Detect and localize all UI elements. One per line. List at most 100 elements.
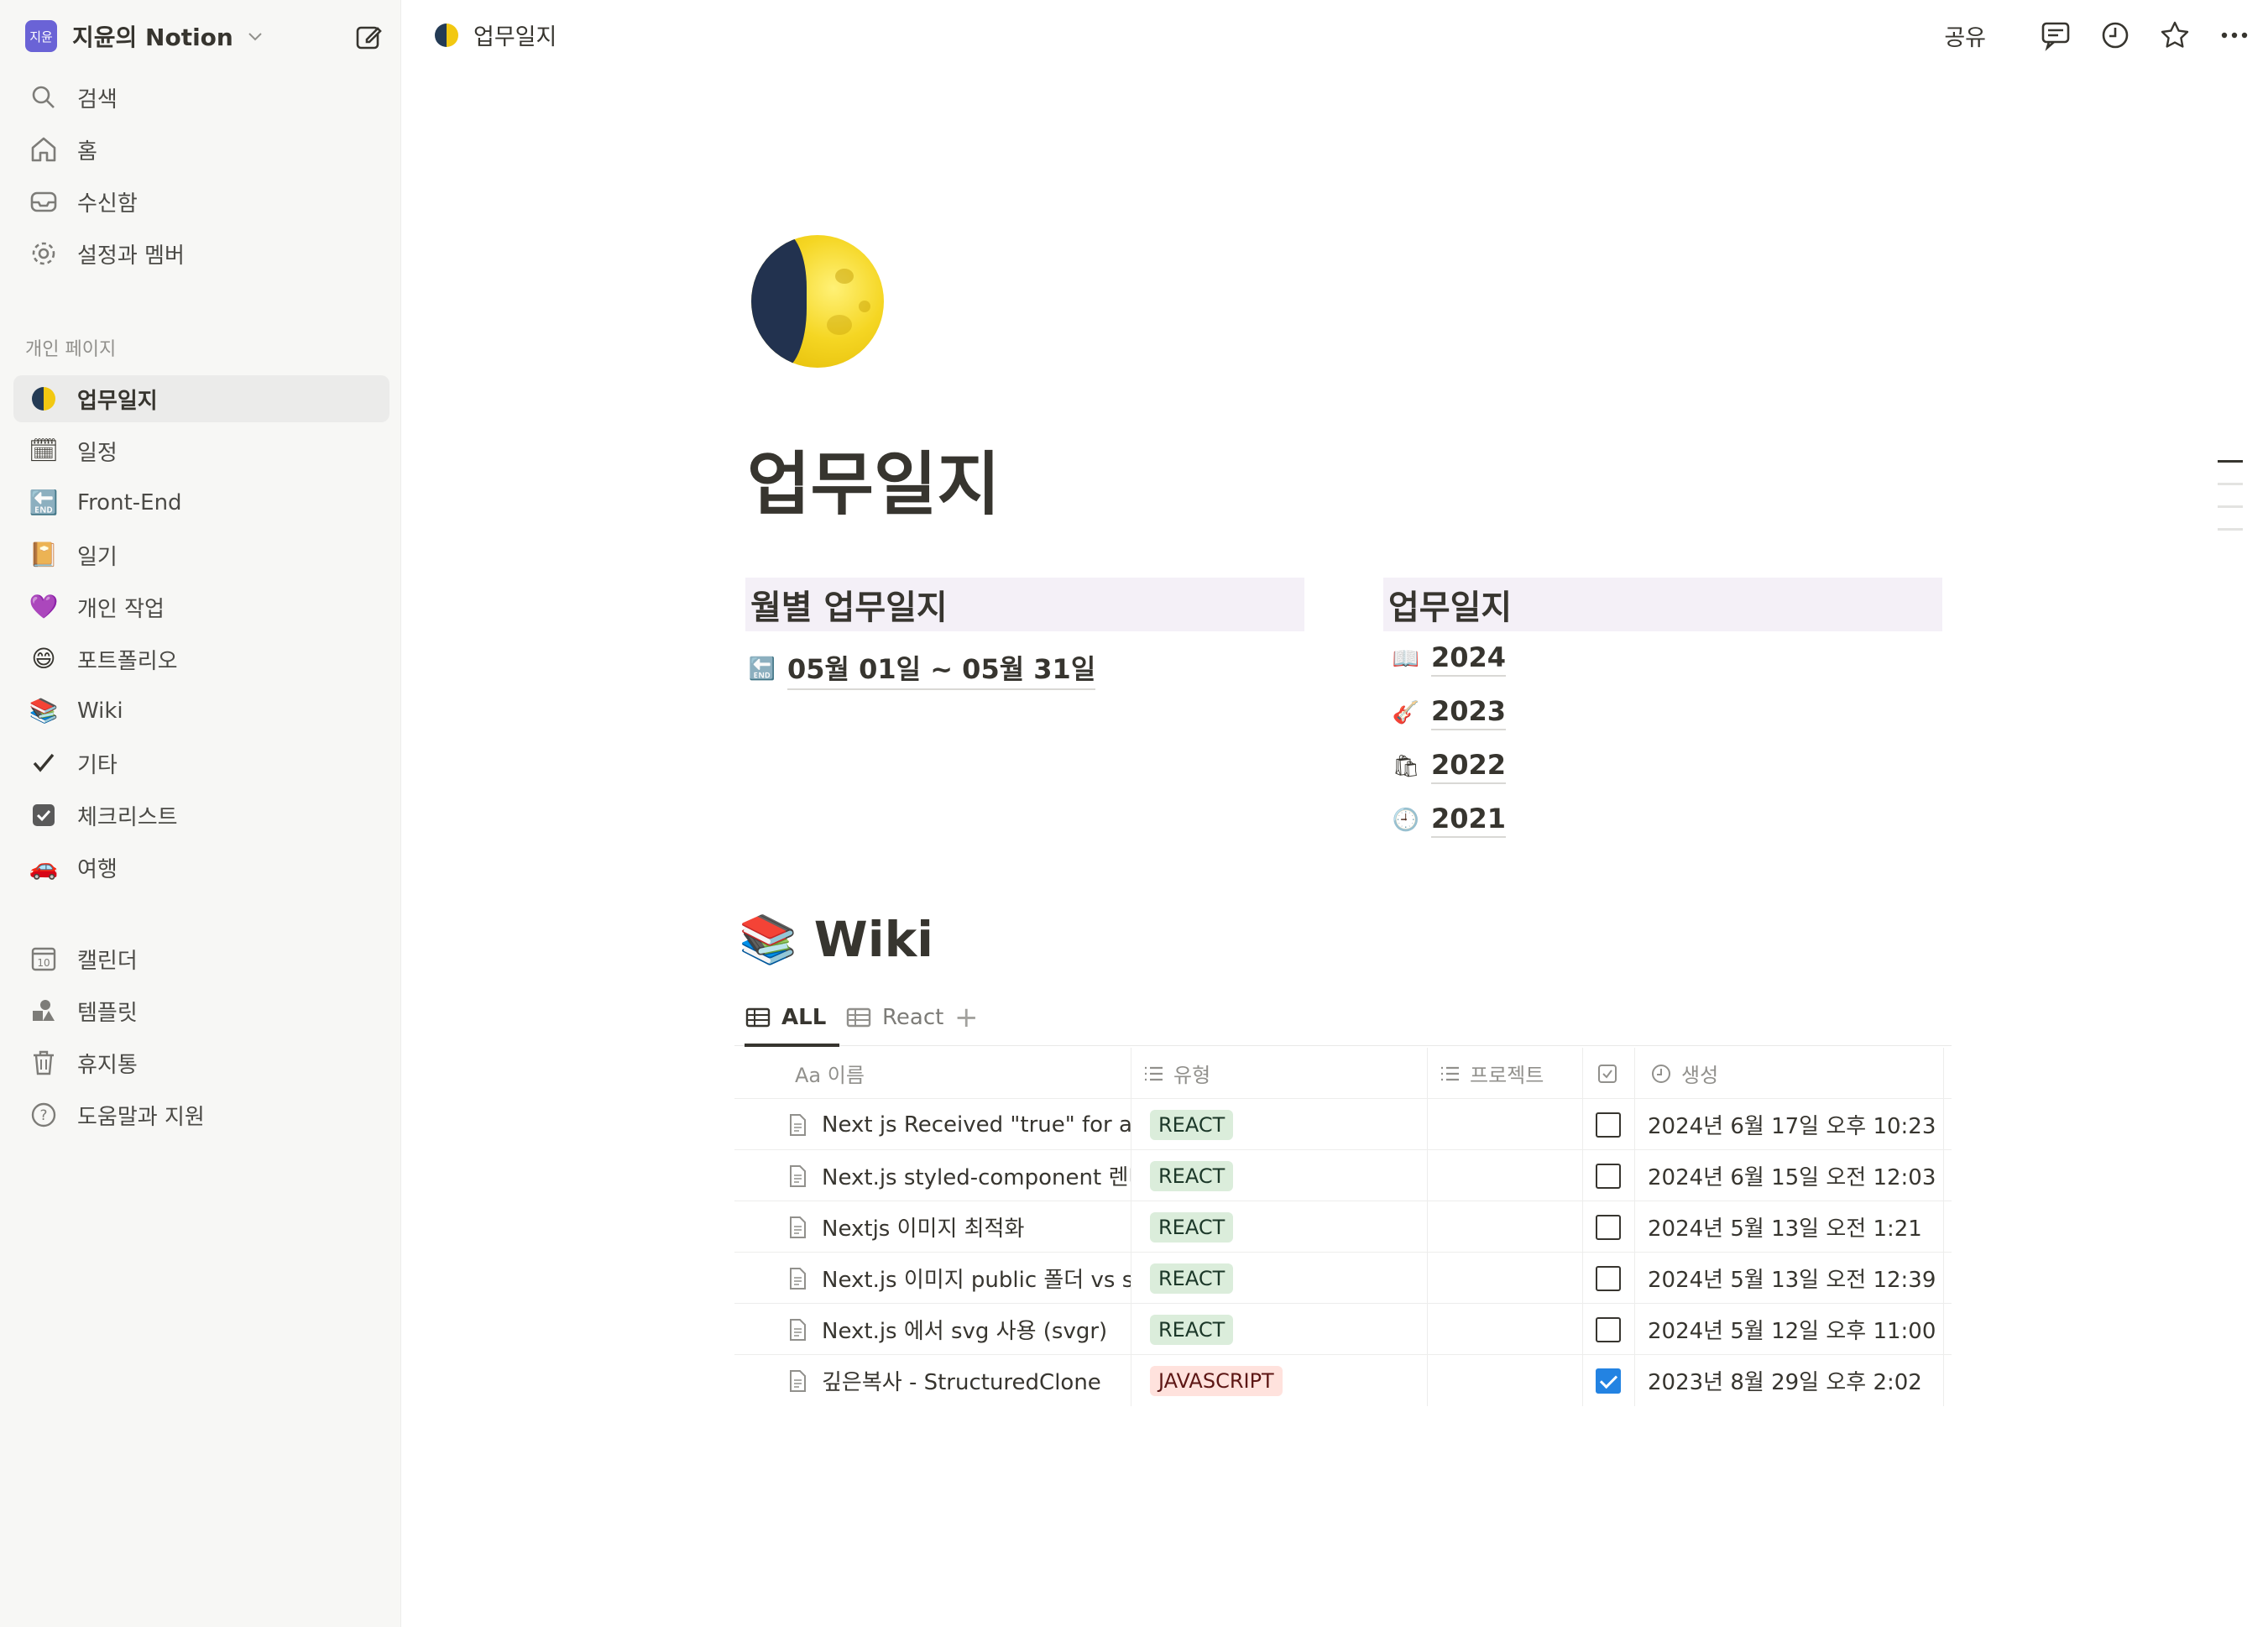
workspace-switcher[interactable]: 지윤 지윤의 Notion [25,17,386,55]
work-log-heading: 업무일지 [1383,578,1942,631]
workspace-name: 지윤의 Notion [72,24,233,51]
table-row[interactable]: Next.js styled-component 렌더링 오류 REACT 20… [734,1150,1952,1201]
breadcrumb[interactable]: 업무일지 [435,18,557,51]
page-icon [790,1164,806,1187]
row-checkbox-cell[interactable] [1596,1355,1629,1406]
calendar-emoji-icon: 🗓 [29,437,59,464]
column-header-name[interactable]: Aa 이름 [795,1048,1131,1099]
row-checkbox[interactable] [1596,1265,1621,1291]
sidebar-item-personal-work[interactable]: 💜 개인 작업 [13,583,389,630]
column-header-created[interactable]: 생성 [1649,1048,1926,1099]
clock-history-icon[interactable] [2097,17,2134,54]
row-name-cell[interactable]: Next.js 에서 svg 사용 (svgr) [785,1304,1131,1355]
row-name-cell[interactable]: Nextjs 이미지 최적화 [785,1201,1131,1253]
row-checkbox-cell[interactable] [1596,1099,1629,1150]
row-name: 깊은복사 - StructuredClone [822,1370,1101,1395]
row-type-cell[interactable]: REACT [1150,1201,1419,1253]
nav-help[interactable]: ? 도움말과 지원 [13,1091,389,1138]
table-row[interactable]: Next.js 이미지 public 폴더 vs src REACT 2024년… [734,1253,1952,1304]
row-name-cell[interactable]: 깊은복사 - StructuredClone [785,1355,1131,1406]
table-row[interactable]: Next.js 에서 svg 사용 (svgr) REACT 2024년 5월 … [734,1304,1952,1355]
sidebar-item-work-log[interactable]: 업무일지 [13,375,389,422]
column-header-type[interactable]: 유형 [1142,1048,1427,1099]
tab-react[interactable]: React [845,989,943,1046]
table-row[interactable]: 깊은복사 - StructuredClone JAVASCRIPT 2023년 … [734,1355,1952,1406]
table-row[interactable]: Nextjs 이미지 최적화 REACT 2024년 5월 13일 오전 1:2… [734,1201,1952,1253]
notebook-icon: 📔 [29,541,59,568]
page-link-2021[interactable]: 🕘 2021 [1389,803,1507,838]
sidebar-item-diary[interactable]: 📔 일기 [13,531,389,578]
outline-marker[interactable] [2218,460,2243,463]
nav-label: 검색 [77,86,118,112]
sidebar-item-portfolio[interactable]: 😄 포트폴리오 [13,636,389,683]
page-title[interactable]: 업무일지 [747,428,1001,528]
row-checkbox-cell[interactable] [1596,1304,1629,1355]
nav-search[interactable]: 검색 [13,74,389,121]
page-icon [790,1216,806,1238]
page-link-text: 2024 [1431,641,1507,677]
outline-marker[interactable] [2218,483,2243,485]
shopping-bags-icon: 🛍 [1392,754,1420,779]
row-checkbox[interactable] [1596,1368,1621,1394]
row-type-cell[interactable]: REACT [1150,1150,1419,1201]
nav-settings[interactable]: 설정과 멤버 [13,230,389,277]
check-mark-icon [20,748,67,778]
nav-templates[interactable]: 템플릿 [13,987,389,1034]
car-icon: 🚗 [29,853,59,881]
tab-all[interactable]: ALL [745,989,840,1047]
sidebar-item-wiki[interactable]: 📚 Wiki [13,688,389,735]
row-checkbox[interactable] [1596,1316,1621,1342]
row-checkbox[interactable] [1596,1214,1621,1240]
wiki-database-title[interactable]: 📚 Wiki [739,911,933,968]
row-type-cell[interactable]: JAVASCRIPT [1150,1355,1419,1406]
row-name-cell[interactable]: Next.js 이미지 public 폴더 vs src [785,1253,1131,1304]
column-header-checkbox[interactable] [1596,1048,1638,1099]
row-checkbox[interactable] [1596,1163,1621,1189]
sidebar-item-etc[interactable]: 기타 [13,740,389,787]
column-header-label: 유형 [1173,1064,1211,1087]
nav-home[interactable]: 홈 [13,126,389,173]
outline-marker[interactable] [2218,528,2243,531]
sidebar-item-front-end[interactable]: 🔚 Front-End [13,479,389,526]
sidebar-item-label: Wiki [77,698,123,724]
page-link-2022[interactable]: 🛍 2022 [1389,749,1507,784]
row-checkbox[interactable] [1596,1112,1621,1138]
new-page-icon[interactable] [353,20,386,54]
nav-inbox[interactable]: 수신함 [13,178,389,225]
workspace-badge: 지윤 [25,20,57,52]
row-name-cell[interactable]: Next.js styled-component 렌더링 오류 [785,1150,1131,1201]
page-link-monthly[interactable]: 🔚 05월 01일 ~ 05월 31일 [745,648,1096,690]
row-created-cell: 2024년 6월 17일 오후 10:23 [1648,1114,1936,1139]
page-icon [790,1113,806,1136]
share-button[interactable]: 공유 [1944,19,1986,52]
page-icon-moon[interactable] [751,235,884,368]
column-header-project[interactable]: 프로젝트 [1438,1048,1581,1099]
row-type-cell[interactable]: REACT [1150,1304,1419,1355]
add-view-button[interactable]: + [954,1001,979,1034]
row-checkbox-cell[interactable] [1596,1253,1629,1304]
table-row[interactable]: Next js Received "true" for a non-boolea… [734,1099,1952,1150]
page-link-2024[interactable]: 📖 2024 [1389,641,1507,677]
column-header-label: 프로젝트 [1470,1064,1544,1087]
row-name: Next js Received "true" for a non-boolea… [822,1112,1131,1138]
sidebar-item-travel[interactable]: 🚗 여행 [13,844,389,891]
nav-trash[interactable]: 휴지통 [13,1039,389,1086]
calendar-icon: 10 [20,944,67,974]
nav-calendar[interactable]: 10 캘린더 [13,935,389,982]
comment-icon[interactable] [2037,17,2074,54]
star-icon[interactable] [2156,17,2193,54]
row-type-cell[interactable]: REACT [1150,1253,1419,1304]
sidebar-item-schedule[interactable]: 🗓 일정 [13,427,389,474]
page-outline[interactable] [2218,460,2243,551]
row-type-cell[interactable]: REACT [1150,1099,1419,1150]
sidebar-item-checklist[interactable]: 체크리스트 [13,792,389,839]
page-link-2023[interactable]: 🎸 2023 [1389,695,1507,730]
checkbox-icon [20,800,67,830]
more-icon[interactable] [2216,17,2253,54]
row-checkbox-cell[interactable] [1596,1201,1629,1253]
row-name: Next.js 이미지 public 폴더 vs src [822,1268,1131,1293]
row-checkbox-cell[interactable] [1596,1150,1629,1201]
list-icon [1145,1066,1163,1080]
row-name-cell[interactable]: Next js Received "true" for a non-boolea… [785,1099,1131,1150]
outline-marker[interactable] [2218,505,2243,508]
